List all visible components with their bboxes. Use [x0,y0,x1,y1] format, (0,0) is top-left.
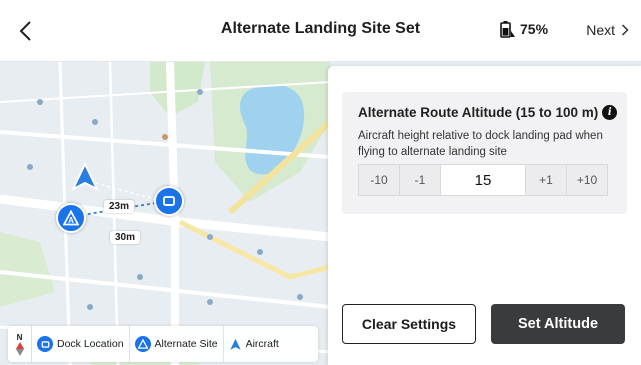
altitude-description: Aircraft height relative to dock landing… [358,130,603,158]
compass-icon [15,341,24,356]
altitude-title: Alternate Route Altitude (15 to 100 m) [358,105,599,120]
set-altitude-button[interactable]: Set Altitude [491,304,625,344]
alternate-site-icon [134,336,151,352]
next-label: Next [586,22,615,38]
legend-dock-label: Dock Location [57,338,124,350]
aircraft-icon [229,338,241,350]
battery-percent: 75% [520,21,549,37]
distance-label-aircraft: 23m [104,200,135,213]
altitude-card: Alternate Route Altitude (15 to 100 m) i… [342,92,627,214]
battery-indicator: 75% [499,20,548,38]
altitude-title-row: Alternate Route Altitude (15 to 100 m) i [358,105,618,120]
compass-north-label: N [16,332,23,342]
dock-marker-icon[interactable] [154,186,184,216]
aircraft-marker-icon[interactable] [70,162,100,192]
increase-10-button[interactable]: +10 [566,165,607,195]
decrease-1-button[interactable]: -1 [400,165,441,195]
alternate-site-marker-icon[interactable]: A [56,203,86,233]
legend-aircraft: Aircraft [224,326,284,362]
dock-icon [37,336,53,352]
altitude-settings-panel: Alternate Route Altitude (15 to 100 m) i… [328,66,641,365]
clear-settings-button[interactable]: Clear Settings [342,304,476,344]
legend-dock: Dock Location [32,326,130,362]
altitude-value-input[interactable]: 15 [441,165,525,195]
next-chevron-icon [621,24,629,36]
map-legend: N Dock Location Alternate Site Aircraft [8,326,318,362]
alternate-glyph-icon: A [63,210,79,226]
distance-label-alternate: 30m [110,231,141,244]
legend-aircraft-label: Aircraft [245,338,279,350]
next-button[interactable]: Next [586,22,629,38]
info-icon[interactable]: i [602,105,618,120]
svg-text:A: A [68,216,74,225]
legend-alternate: Alternate Site [130,326,224,362]
legend-alternate-label: Alternate Site [154,338,218,350]
altitude-stepper: -10 -1 15 +1 +10 [358,164,608,196]
dock-glyph-icon [163,196,175,206]
compass[interactable]: N [8,326,32,362]
battery-icon [500,21,515,38]
top-bar: Alternate Landing Site Set 75% Next [0,0,641,62]
decrease-10-button[interactable]: -10 [359,165,400,195]
increase-1-button[interactable]: +1 [525,165,566,195]
